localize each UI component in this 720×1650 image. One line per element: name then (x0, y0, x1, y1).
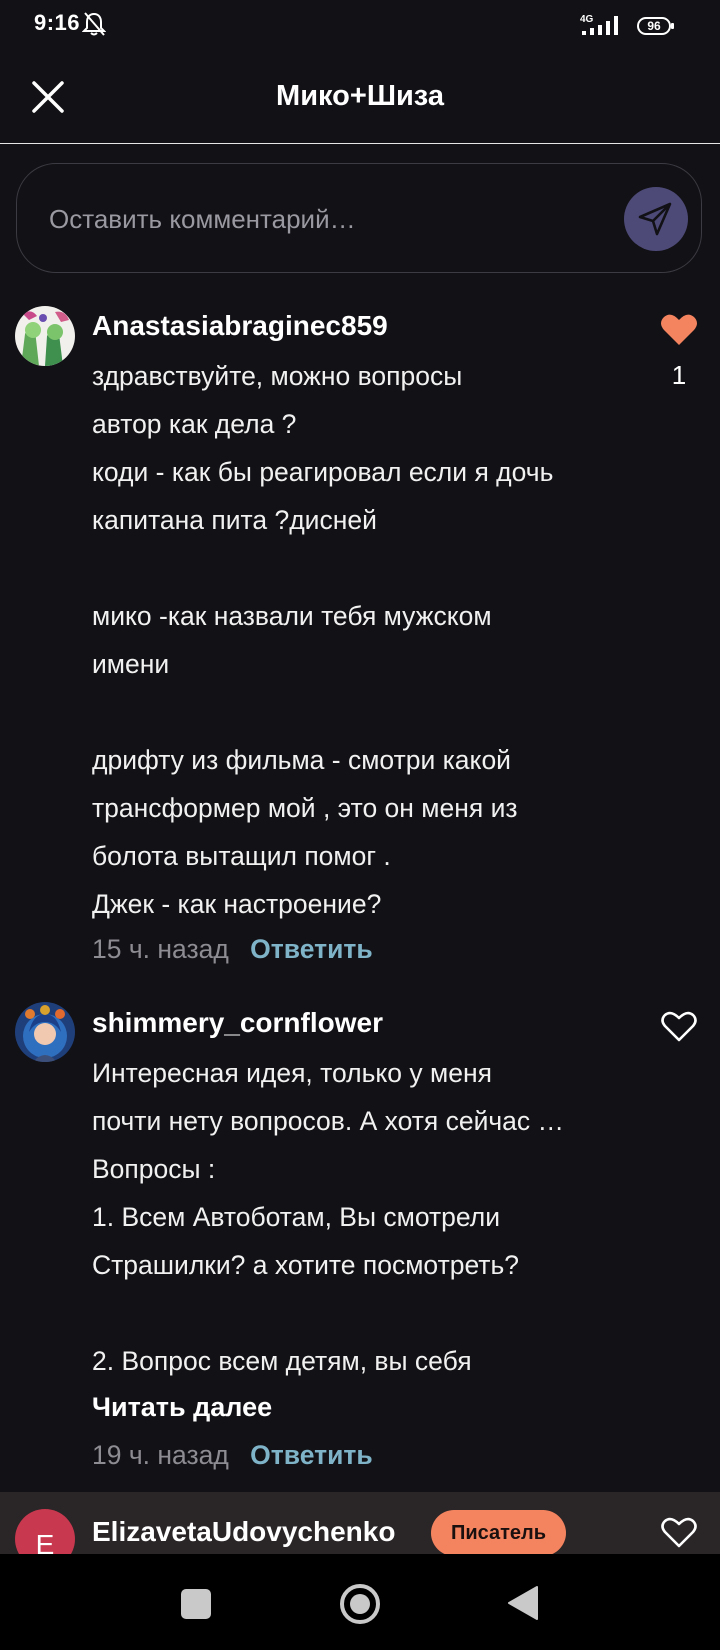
comment-time: 15 ч. назад (92, 934, 229, 964)
like-count: 1 (671, 360, 687, 390)
reply-button[interactable]: Ответить (250, 1440, 372, 1470)
signal-icon: 4G (580, 13, 622, 37)
comment-text: здравствуйте, можно вопросы автор как де… (92, 361, 554, 919)
comment-author[interactable]: Anastasiabraginec859 (92, 310, 388, 342)
comment-input-box (16, 163, 702, 273)
comment-input[interactable] (47, 184, 611, 254)
read-more-link[interactable]: Читать далее (92, 1392, 272, 1423)
status-bar: 9:16 4G 96 (0, 0, 720, 52)
comment-meta: 19 ч. назад Ответить (92, 1440, 373, 1471)
avatar[interactable] (15, 1002, 75, 1062)
comment-author[interactable]: shimmery_cornflower (92, 1007, 383, 1039)
comment-meta: 15 ч. назад Ответить (92, 934, 373, 965)
reply-button[interactable]: Ответить (250, 934, 372, 964)
bell-muted-icon (81, 11, 107, 37)
page-title: Мико+Шиза (276, 80, 444, 112)
back-icon[interactable] (505, 1584, 541, 1622)
comment-time: 19 ч. назад (92, 1440, 229, 1470)
send-icon (638, 202, 672, 236)
home-icon[interactable] (338, 1582, 382, 1626)
send-button[interactable] (624, 187, 688, 251)
battery-icon: 96 (637, 17, 675, 35)
heart-outline-icon[interactable] (660, 1010, 698, 1044)
comment-author[interactable]: ElizavetaUdovychenko (92, 1516, 395, 1548)
status-time: 9:16 (34, 10, 81, 35)
network-label: 4G (580, 14, 594, 25)
battery-level: 96 (647, 19, 661, 33)
avatar[interactable] (15, 306, 75, 366)
heart-filled-icon[interactable] (660, 313, 698, 347)
recent-apps-icon[interactable] (181, 1589, 211, 1619)
header: Мико+Шиза (0, 52, 720, 144)
writer-badge: Писатель (431, 1510, 566, 1556)
comment-text: Интересная идея, только у меня почти нет… (92, 1058, 565, 1376)
heart-outline-icon[interactable] (660, 1516, 698, 1550)
